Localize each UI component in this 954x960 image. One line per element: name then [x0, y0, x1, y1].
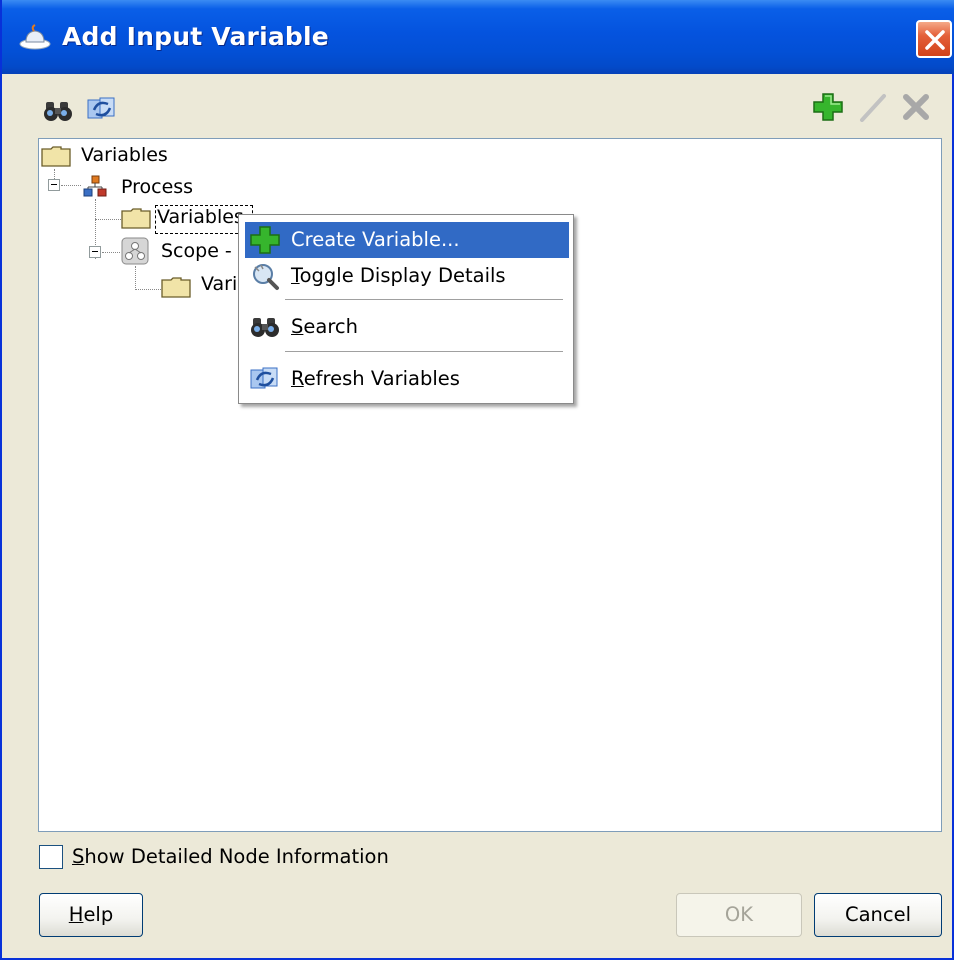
menu-separator	[285, 299, 563, 301]
refresh-icon[interactable]	[86, 94, 118, 124]
tree-node-variables-root[interactable]: Variables	[81, 144, 168, 166]
scope-icon	[121, 237, 149, 265]
checkbox-label-text: how Detailed Node Information	[84, 845, 389, 868]
cancel-button[interactable]: Cancel	[814, 893, 942, 937]
menu-label: Create Variable...	[291, 228, 460, 251]
menu-item-create-variable[interactable]: Create Variable...	[245, 222, 569, 258]
menu-item-search[interactable]: Search	[245, 309, 569, 345]
show-detailed-node-info-checkbox[interactable]	[39, 845, 63, 869]
tree-node-scope[interactable]: Scope -	[161, 240, 232, 262]
toggle-details-icon	[253, 264, 279, 290]
menu-item-toggle-display-details[interactable]: Toggle Display Details	[245, 258, 569, 294]
button-label: elp	[83, 903, 114, 926]
process-icon	[83, 175, 107, 197]
mnemonic: S	[72, 845, 85, 868]
add-icon	[250, 226, 280, 254]
help-button[interactable]: Help	[39, 893, 143, 937]
ok-button[interactable]: OK	[676, 893, 802, 937]
show-detailed-node-info-label[interactable]: Show Detailed Node Information	[72, 845, 389, 868]
menu-item-refresh-variables[interactable]: Refresh Variables	[245, 361, 569, 397]
menu-separator	[285, 351, 563, 353]
collapse-scope-toggle[interactable]	[89, 246, 101, 258]
menu-label: oggle Display Details	[299, 264, 506, 287]
tree-node-scope-variables[interactable]: Vari	[201, 273, 237, 295]
dialog-title: Add Input Variable	[62, 22, 329, 51]
mnemonic: H	[68, 903, 84, 926]
context-menu: Create Variable... Toggle Display Detail…	[238, 214, 574, 404]
tree-node-process[interactable]: Process	[121, 176, 193, 198]
edit-icon[interactable]	[858, 92, 890, 122]
title-bar[interactable]: Add Input Variable	[2, 0, 954, 74]
add-icon[interactable]	[812, 92, 844, 122]
add-input-variable-dialog: Add Input Variable Variables Process Var…	[0, 0, 954, 960]
mnemonic: S	[291, 315, 304, 338]
jdeveloper-cup-icon	[19, 24, 51, 50]
delete-icon[interactable]	[900, 92, 932, 122]
collapse-process-toggle[interactable]	[48, 179, 60, 191]
close-button[interactable]	[916, 20, 952, 58]
folder-icon	[41, 146, 71, 167]
mnemonic: T	[291, 264, 300, 287]
binoculars-icon[interactable]	[42, 96, 74, 126]
binoculars-icon	[251, 318, 279, 337]
close-icon	[925, 30, 945, 50]
menu-label: earch	[303, 315, 359, 338]
menu-label: efresh Variables	[303, 367, 460, 390]
folder-icon	[121, 208, 151, 229]
refresh-icon	[250, 367, 278, 389]
folder-icon	[161, 277, 191, 298]
mnemonic: R	[291, 367, 304, 390]
